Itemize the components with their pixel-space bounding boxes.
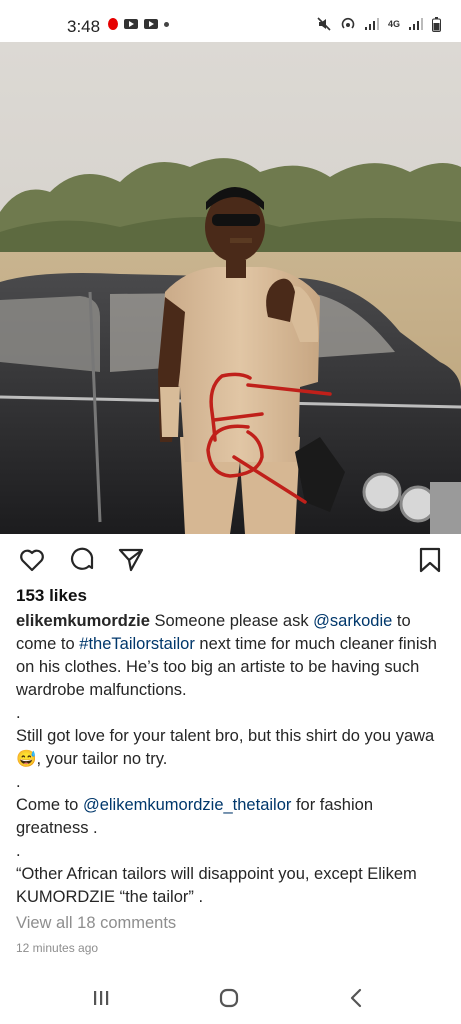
youtube-icon-2 xyxy=(144,19,158,29)
caption-text: Come to xyxy=(16,796,83,814)
caption-text: , your tailor no try. xyxy=(36,750,168,768)
status-time: 3:48 xyxy=(67,17,101,36)
caption-username[interactable]: elikemkumordzie xyxy=(16,612,150,630)
signal-icon-2 xyxy=(409,18,423,30)
home-icon[interactable] xyxy=(214,985,244,1011)
likes-count[interactable]: 153 likes xyxy=(16,586,87,606)
post-actions xyxy=(0,540,461,580)
mute-icon xyxy=(317,17,331,31)
photo-scene xyxy=(0,42,461,534)
notification-icons xyxy=(108,18,169,30)
network-type-label: 4G xyxy=(387,19,400,29)
mention-link[interactable]: @elikemkumordzie_thetailor xyxy=(83,796,291,814)
signal-icon xyxy=(364,18,379,30)
caption-text: “Other African tailors will disappoint y… xyxy=(16,865,417,906)
view-comments-link[interactable]: View all 18 comments xyxy=(16,914,176,933)
comment-icon[interactable] xyxy=(68,546,96,574)
bookmark-icon[interactable] xyxy=(416,546,444,574)
status-bar: 3:48 4G xyxy=(0,0,461,42)
mention-link[interactable]: @sarkodie xyxy=(313,612,392,630)
more-notifications-icon xyxy=(164,21,169,27)
caption-text: Still got love for your talent bro, but … xyxy=(16,727,435,745)
caption-separator: . xyxy=(16,842,21,860)
battery-icon xyxy=(432,16,441,32)
post-image[interactable] xyxy=(0,42,461,534)
vodafone-icon xyxy=(108,18,118,30)
send-icon[interactable] xyxy=(117,546,145,574)
emoji: 😅 xyxy=(16,750,37,768)
hotspot-icon xyxy=(341,17,355,29)
caption-separator: . xyxy=(16,773,21,791)
recent-apps-icon[interactable] xyxy=(86,985,116,1011)
post-caption: elikemkumordzie Someone please ask @sark… xyxy=(16,610,446,909)
system-icons: 4G xyxy=(316,16,441,32)
caption-separator: . xyxy=(16,704,21,722)
back-icon[interactable] xyxy=(342,985,372,1011)
heart-icon[interactable] xyxy=(18,546,46,574)
navigation-bar xyxy=(0,975,461,1024)
caption-text: Someone please ask xyxy=(154,612,314,630)
post-timestamp: 12 minutes ago xyxy=(16,941,99,955)
hashtag-link[interactable]: #theTailorstailor xyxy=(79,635,195,653)
youtube-icon xyxy=(124,19,138,29)
